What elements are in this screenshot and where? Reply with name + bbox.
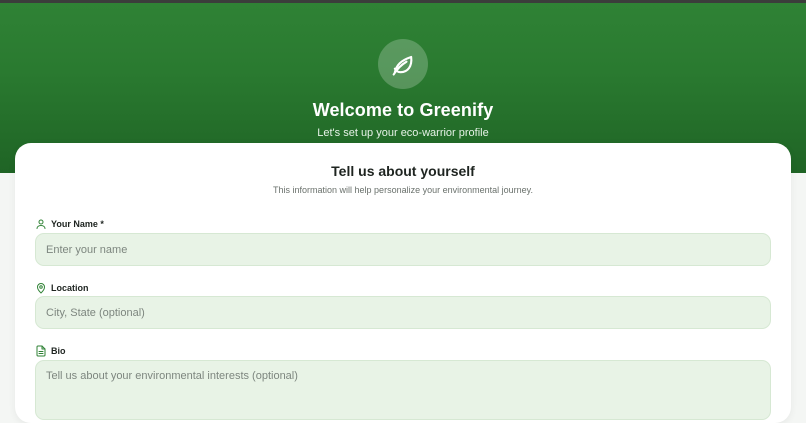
location-label-text: Location xyxy=(51,283,89,293)
name-label-text: Your Name * xyxy=(51,219,104,229)
location-input[interactable] xyxy=(35,296,771,329)
bio-field-label: Bio xyxy=(35,343,66,359)
form-subtitle: This information will help personalize y… xyxy=(273,185,533,195)
page-subtitle: Let's set up your eco-warrior profile xyxy=(317,127,489,139)
location-field-label: Location xyxy=(35,280,89,296)
logo xyxy=(378,39,428,89)
document-icon xyxy=(35,345,47,357)
bio-textarea[interactable] xyxy=(35,360,771,420)
name-input[interactable] xyxy=(35,233,771,266)
leaf-icon xyxy=(392,55,413,76)
name-field-label: Your Name * xyxy=(35,216,104,232)
profile-form-card: Tell us about yourself This information … xyxy=(15,143,791,423)
map-pin-icon xyxy=(35,282,47,294)
page-title: Welcome to Greenify xyxy=(312,100,494,120)
form-title: Tell us about yourself xyxy=(331,163,475,179)
user-icon xyxy=(35,218,47,230)
bio-label-text: Bio xyxy=(51,346,66,356)
